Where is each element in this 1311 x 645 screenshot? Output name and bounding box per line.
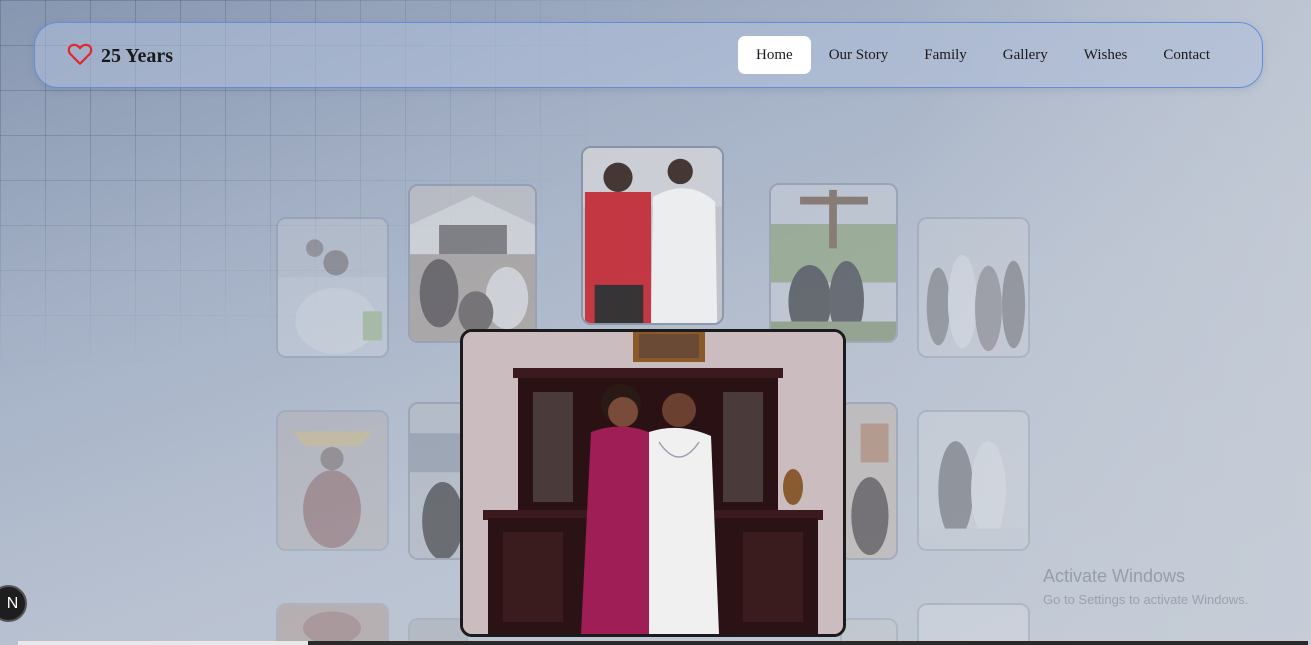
heart-icon (67, 42, 93, 71)
gallery-photo-3[interactable] (581, 146, 724, 325)
top-navbar: 25 Years Home Our Story Family Gallery W… (34, 22, 1263, 88)
gallery-photo-5[interactable] (917, 217, 1030, 358)
gallery-photo-1[interactable] (276, 217, 389, 358)
bottom-progress-bar (18, 641, 1308, 645)
gallery-photo-4[interactable] (769, 183, 898, 343)
gallery-photo-8[interactable] (840, 402, 898, 560)
gallery-photo-6[interactable] (276, 410, 389, 551)
brand[interactable]: 25 Years (67, 23, 173, 89)
nav-links: Home Our Story Family Gallery Wishes Con… (738, 36, 1228, 74)
nav-home[interactable]: Home (738, 36, 811, 74)
gallery-photo-2[interactable] (408, 184, 537, 343)
nav-contact[interactable]: Contact (1145, 36, 1228, 74)
activate-windows-subtitle: Go to Settings to activate Windows. (1043, 592, 1249, 607)
featured-couple-photo[interactable] (460, 329, 846, 637)
gallery-photo-13[interactable] (917, 603, 1030, 645)
nav-gallery[interactable]: Gallery (985, 36, 1066, 74)
nav-our-story[interactable]: Our Story (811, 36, 907, 74)
brand-title: 25 Years (101, 44, 174, 67)
gallery-photo-7[interactable] (408, 402, 468, 560)
nav-wishes[interactable]: Wishes (1066, 36, 1146, 74)
activate-windows-title: Activate Windows (1043, 566, 1186, 586)
gallery-photo-9[interactable] (917, 410, 1030, 551)
gallery-photo-10[interactable] (276, 603, 389, 645)
nav-family[interactable]: Family (906, 36, 985, 74)
